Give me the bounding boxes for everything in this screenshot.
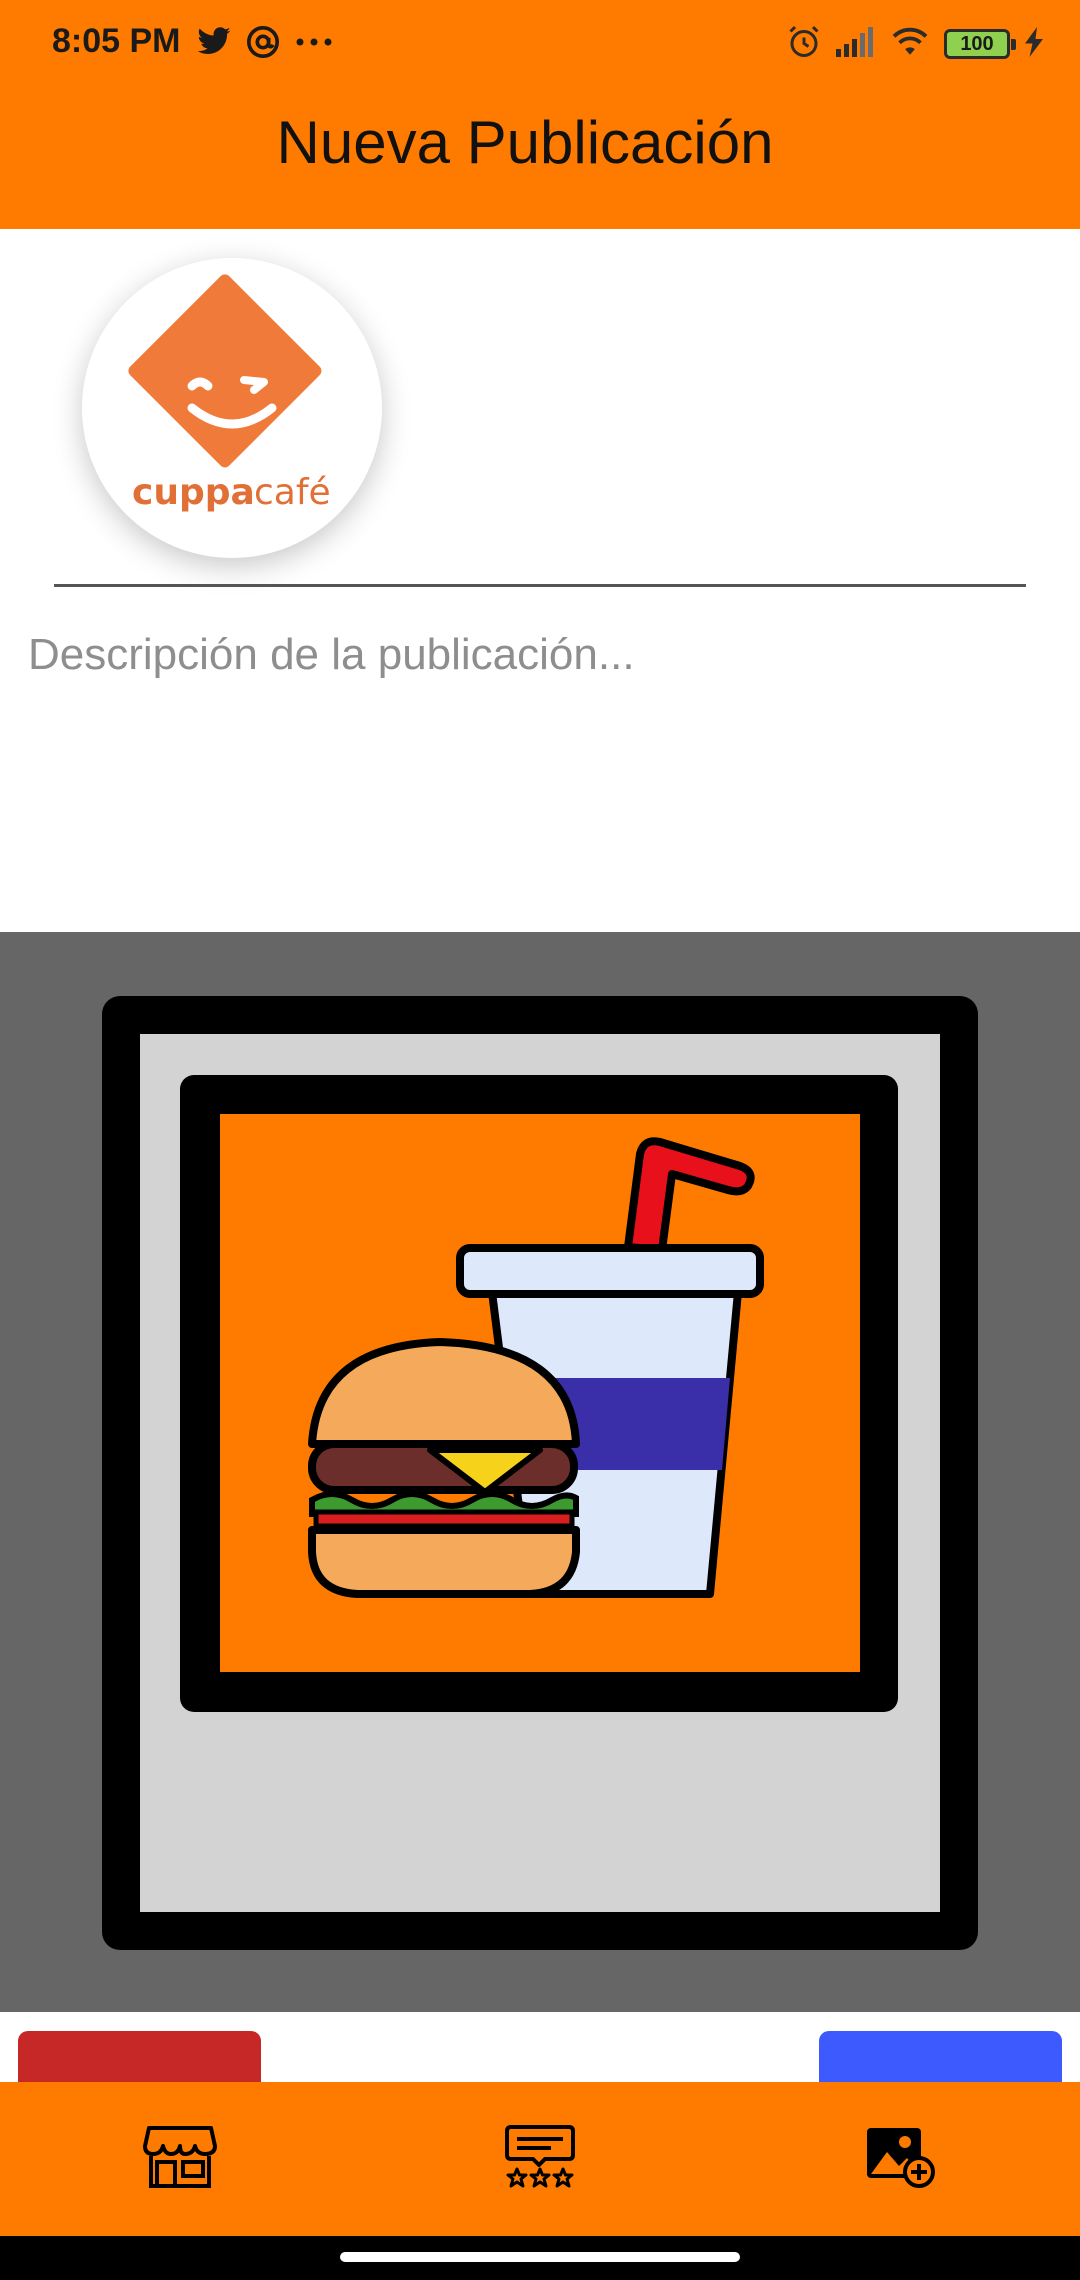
twitter-icon <box>196 26 232 62</box>
charging-icon <box>1024 26 1044 62</box>
status-time: 8:05 PM <box>52 22 181 60</box>
battery-icon: 100 <box>944 29 1016 59</box>
at-sign-icon <box>246 25 280 64</box>
logo-text-bold: cuppa <box>132 472 255 513</box>
profile-avatar: cuppa café <box>82 258 382 558</box>
signal-icon <box>836 26 876 62</box>
store-icon <box>143 2124 217 2195</box>
page-title: Nueva Publicación <box>276 109 774 176</box>
nav-reviews[interactable] <box>450 2082 630 2236</box>
battery-level: 100 <box>960 33 994 55</box>
nav-add-photo[interactable] <box>810 2082 990 2236</box>
status-right-icons: 100 <box>786 22 1044 66</box>
add-photo-icon <box>865 2126 935 2193</box>
logo-text-light: café <box>254 472 331 513</box>
image-preview[interactable] <box>0 932 1080 2012</box>
status-bar: 8:05 PM 100 <box>0 0 1080 88</box>
status-left-icons <box>196 22 334 66</box>
wifi-icon <box>890 26 930 63</box>
gesture-bar <box>0 2236 1080 2280</box>
bottom-nav <box>0 2082 1080 2236</box>
reviews-icon <box>505 2124 575 2194</box>
home-gesture-pill[interactable] <box>340 2252 740 2262</box>
alarm-icon <box>786 24 822 65</box>
more-dots-icon <box>294 35 334 53</box>
nav-store[interactable] <box>90 2082 270 2236</box>
description-input[interactable] <box>0 610 1080 930</box>
cuppacafe-logo: cuppa café <box>128 274 331 513</box>
burger-and-drink-image-placeholder-icon <box>102 996 978 1950</box>
app-header: 8:05 PM 100 Nueva Publicación <box>0 0 1080 229</box>
divider <box>54 584 1026 587</box>
